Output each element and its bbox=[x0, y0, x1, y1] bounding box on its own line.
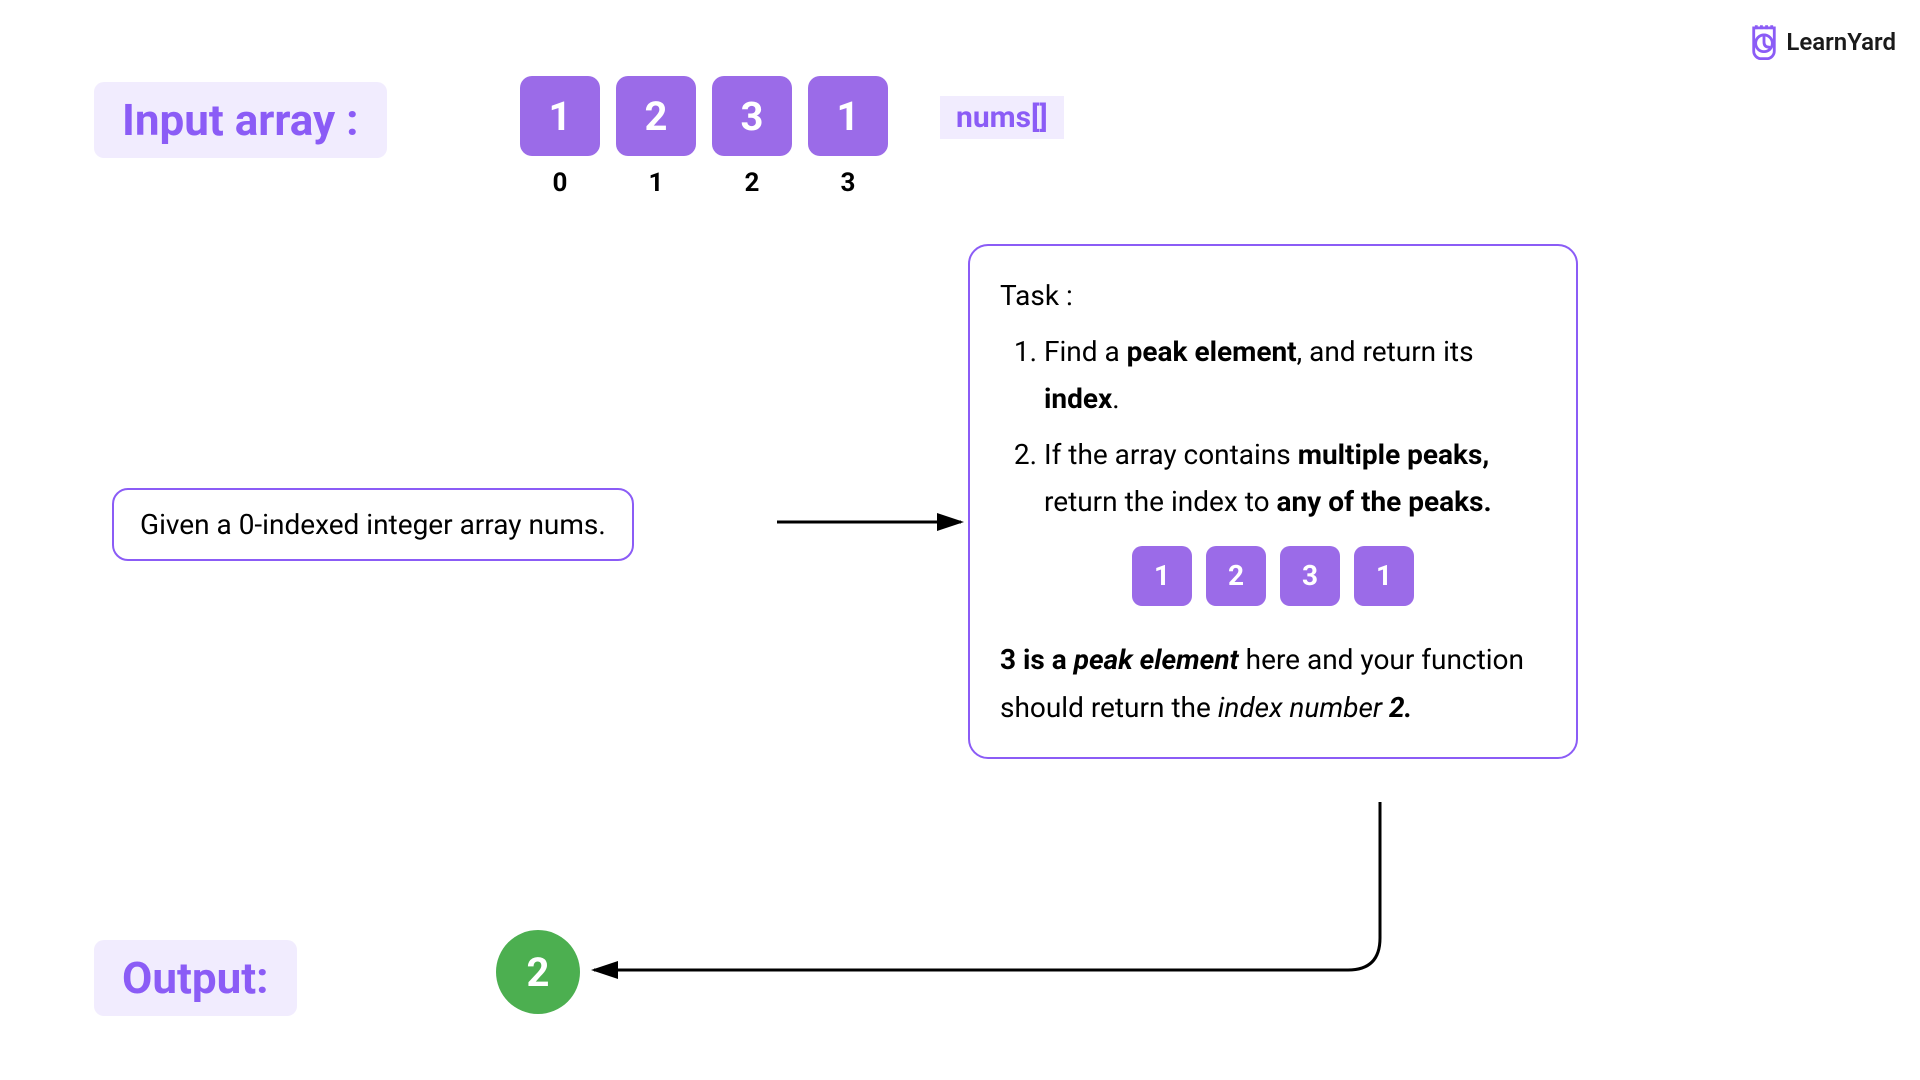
array-index: 2 bbox=[745, 168, 760, 198]
array-index: 1 bbox=[649, 168, 664, 198]
array-index: 0 bbox=[553, 168, 568, 198]
logo-icon bbox=[1748, 24, 1780, 60]
array-index: 3 bbox=[841, 168, 856, 198]
task-item: Find a peak element, and return its inde… bbox=[1044, 328, 1546, 423]
task-explanation: 3 is a peak element here and your functi… bbox=[1000, 636, 1546, 731]
array-value: 3 bbox=[741, 93, 764, 140]
array-cell: 1 3 bbox=[808, 76, 888, 156]
task-cell: 3 bbox=[1280, 546, 1340, 606]
arrow-task-to-output bbox=[580, 798, 1400, 988]
given-text: Given a 0-indexed integer array nums. bbox=[140, 508, 606, 541]
task-cell: 1 bbox=[1132, 546, 1192, 606]
logo-text: LearnYard bbox=[1786, 28, 1896, 56]
array-cell: 3 2 bbox=[712, 76, 792, 156]
task-list: Find a peak element, and return its inde… bbox=[1044, 328, 1546, 526]
task-title: Task : bbox=[1000, 272, 1546, 320]
input-array-label: Input array : bbox=[94, 82, 387, 158]
logo: LearnYard bbox=[1748, 24, 1896, 60]
arrow-given-to-task bbox=[775, 510, 975, 540]
given-box: Given a 0-indexed integer array nums. bbox=[112, 488, 634, 561]
input-array: 1 0 2 1 3 2 1 3 bbox=[520, 76, 888, 156]
output-value: 2 bbox=[527, 949, 550, 996]
task-item: If the array contains multiple peaks, re… bbox=[1044, 431, 1546, 526]
task-array: 1 2 3 1 bbox=[1000, 546, 1546, 606]
task-box: Task : Find a peak element, and return i… bbox=[968, 244, 1578, 759]
output-label: Output: bbox=[94, 940, 297, 1016]
task-cell: 2 bbox=[1206, 546, 1266, 606]
output-value-circle: 2 bbox=[496, 930, 580, 1014]
array-value: 1 bbox=[837, 93, 860, 140]
array-cell: 1 0 bbox=[520, 76, 600, 156]
array-cell: 2 1 bbox=[616, 76, 696, 156]
array-value: 1 bbox=[549, 93, 572, 140]
array-value: 2 bbox=[645, 93, 668, 140]
task-cell: 1 bbox=[1354, 546, 1414, 606]
nums-label: nums[] bbox=[940, 96, 1064, 139]
